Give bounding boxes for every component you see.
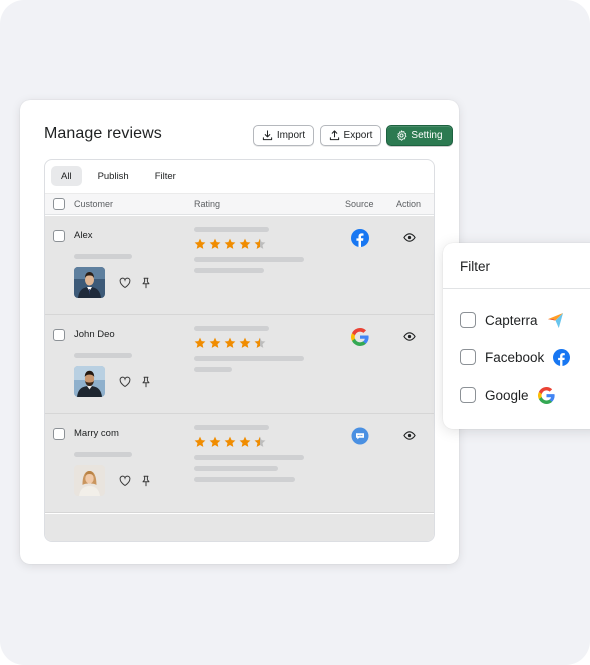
export-button[interactable]: Export xyxy=(320,125,381,146)
capterra-checkbox[interactable] xyxy=(460,312,476,328)
filter-option-capterra[interactable]: Capterra xyxy=(460,311,564,329)
facebook-checkbox[interactable] xyxy=(460,349,476,365)
star-icon xyxy=(224,337,236,348)
eye-icon[interactable] xyxy=(403,330,416,343)
pin-icon[interactable] xyxy=(140,376,152,388)
text-placeholder xyxy=(194,425,269,430)
avatar xyxy=(74,465,105,496)
table-footer xyxy=(45,514,434,541)
tab-filter[interactable]: Filter xyxy=(145,166,186,186)
table-row: Marry com xyxy=(45,414,434,513)
text-placeholder xyxy=(194,326,269,331)
export-button-label: Export xyxy=(343,130,373,141)
eye-icon[interactable] xyxy=(403,231,416,244)
star-icon xyxy=(209,337,221,348)
upload-icon xyxy=(329,130,339,141)
text-placeholder xyxy=(194,466,278,471)
half-star-icon xyxy=(254,238,266,249)
filter-option-google[interactable]: Google xyxy=(460,386,555,404)
column-customer: Customer xyxy=(74,199,114,209)
star-icon xyxy=(194,238,206,249)
row-checkbox[interactable] xyxy=(53,230,65,242)
star-icon xyxy=(224,238,236,249)
import-button-label: Import xyxy=(276,130,306,141)
star-icon xyxy=(239,337,251,348)
text-placeholder xyxy=(74,452,132,457)
text-placeholder xyxy=(194,455,304,460)
star-icon xyxy=(239,436,251,447)
filter-option-label: Facebook xyxy=(485,349,545,365)
star-icon xyxy=(209,436,221,447)
text-placeholder xyxy=(194,227,269,232)
filter-option-facebook[interactable]: Facebook xyxy=(460,348,571,366)
google-icon xyxy=(351,328,369,346)
filter-panel: Filter Capterra Facebook Google xyxy=(443,243,590,429)
text-placeholder xyxy=(74,254,132,259)
star-icon xyxy=(224,436,236,447)
heart-icon[interactable] xyxy=(119,376,131,388)
google-icon xyxy=(537,386,555,404)
reviews-table: All Publish Filter Customer Rating Sourc… xyxy=(44,159,435,542)
text-placeholder xyxy=(74,353,132,358)
column-action: Action xyxy=(396,199,422,209)
google-checkbox[interactable] xyxy=(460,387,476,403)
eye-icon[interactable] xyxy=(403,429,416,442)
customer-name: Alex xyxy=(74,230,93,241)
text-placeholder xyxy=(194,356,304,361)
heart-icon[interactable] xyxy=(119,277,131,289)
row-checkbox[interactable] xyxy=(53,428,65,440)
heart-icon[interactable] xyxy=(119,475,131,487)
tab-all[interactable]: All xyxy=(51,166,82,186)
import-button[interactable]: Import xyxy=(253,125,314,146)
star-rating xyxy=(194,436,266,448)
page-title: Manage reviews xyxy=(44,125,162,142)
manage-reviews-card: Manage reviews Import Export Setting All… xyxy=(20,100,459,564)
text-placeholder xyxy=(194,257,304,262)
download-icon xyxy=(262,130,272,141)
customer-name: Marry com xyxy=(74,428,119,439)
pin-icon[interactable] xyxy=(140,475,152,487)
star-icon xyxy=(239,238,251,249)
table-row: John Deo xyxy=(45,315,434,414)
row-checkbox[interactable] xyxy=(53,329,65,341)
divider xyxy=(443,288,590,289)
half-star-icon xyxy=(254,337,266,348)
half-star-icon xyxy=(254,436,266,447)
text-placeholder xyxy=(194,367,232,372)
text-placeholder xyxy=(194,268,264,273)
filter-option-label: Capterra xyxy=(485,312,538,328)
star-icon xyxy=(194,337,206,348)
setting-button-label: Setting xyxy=(411,130,443,141)
gear-icon xyxy=(397,130,407,141)
chat-bubble-icon xyxy=(351,427,369,445)
table-header: Customer Rating Source Action xyxy=(45,193,434,215)
star-icon xyxy=(194,436,206,447)
avatar xyxy=(74,366,105,397)
facebook-icon xyxy=(351,229,369,247)
tab-bar: All Publish Filter xyxy=(51,166,192,186)
tab-publish[interactable]: Publish xyxy=(88,166,139,186)
column-rating: Rating xyxy=(194,199,221,209)
column-source: Source xyxy=(345,199,374,209)
customer-name: John Deo xyxy=(74,329,115,340)
setting-button[interactable]: Setting xyxy=(386,125,453,146)
table-row: Alex xyxy=(45,216,434,315)
select-all-checkbox[interactable] xyxy=(53,198,65,210)
text-placeholder xyxy=(194,477,295,482)
filter-title: Filter xyxy=(460,259,490,274)
capterra-icon xyxy=(547,312,563,328)
filter-option-label: Google xyxy=(485,387,529,403)
pin-icon[interactable] xyxy=(140,277,152,289)
facebook-icon xyxy=(553,348,571,366)
star-rating xyxy=(194,238,266,250)
avatar xyxy=(74,267,105,298)
star-rating xyxy=(194,337,266,349)
star-icon xyxy=(209,238,221,249)
